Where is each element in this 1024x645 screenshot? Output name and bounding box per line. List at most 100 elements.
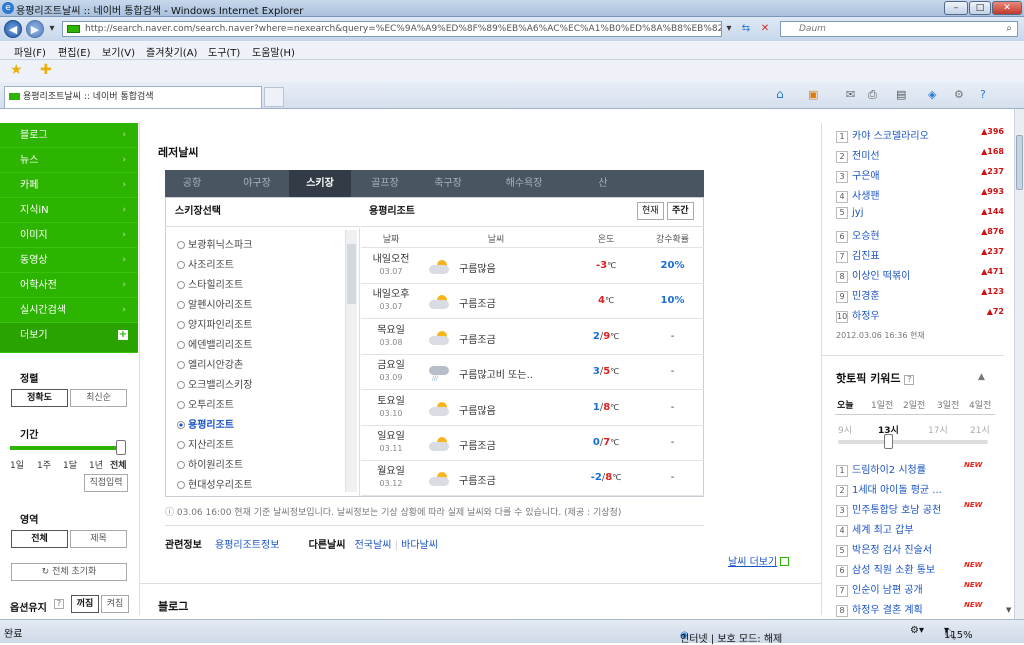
maximize-button[interactable]: □ xyxy=(969,1,991,15)
resort-option[interactable]: 오투리조트 xyxy=(177,396,234,411)
hot-topic-item[interactable]: 8 하정우 결혼 계획 NEW xyxy=(836,601,982,617)
hot-topic-item[interactable]: 1 드림하이2 시청률 NEW xyxy=(836,461,982,477)
ranking-item[interactable]: 5 jyj ▲144 xyxy=(836,207,1004,219)
help-icon[interactable]: ? xyxy=(980,88,986,101)
nav-item-blog[interactable]: 블로그 › xyxy=(0,123,138,148)
nav-item-realtime[interactable]: 실시간검색 › xyxy=(0,298,138,323)
scrollbar-thumb[interactable] xyxy=(347,244,356,304)
resort-option[interactable]: 엘리시안강촌 xyxy=(177,356,243,371)
nav-item-dictionary[interactable]: 어학사전 › xyxy=(0,273,138,298)
week-button[interactable]: 주간 xyxy=(667,202,694,220)
new-tab-button[interactable] xyxy=(264,87,284,107)
ranking-item[interactable]: 6 오승현 ▲876 xyxy=(836,227,1004,243)
resort-option[interactable]: 알펜시아리조트 xyxy=(177,296,252,311)
close-window-button[interactable]: ✕ xyxy=(992,1,1022,15)
period-slider-knob[interactable] xyxy=(116,440,126,455)
area-all-button[interactable]: 전체 xyxy=(11,530,68,548)
nav-item-more[interactable]: 더보기 + xyxy=(0,323,138,353)
hour-slider-track[interactable] xyxy=(838,440,988,444)
ranking-item[interactable]: 2 전미선 ▲168 xyxy=(836,147,1004,163)
related-link[interactable]: 용평리조트정보 xyxy=(215,540,279,551)
sort-accuracy-button[interactable]: 정확도 xyxy=(11,389,68,407)
refresh-icon[interactable]: ⇆ xyxy=(738,21,754,37)
tab-soccer[interactable]: 축구장 xyxy=(415,170,481,197)
day-tab[interactable]: 4일전 xyxy=(969,398,991,411)
ranking-item[interactable]: 10 하정우 ▲72 xyxy=(836,307,1004,323)
search-input[interactable]: Daum xyxy=(780,21,1018,37)
collapse-icon[interactable]: ▲ xyxy=(978,372,985,382)
area-title-button[interactable]: 제목 xyxy=(70,530,127,548)
menu-help[interactable]: 도움말(H) xyxy=(252,44,295,59)
back-button[interactable]: ◀ xyxy=(4,20,22,38)
national-weather-link[interactable]: 전국날씨 xyxy=(355,540,392,551)
day-tab[interactable]: 1일전 xyxy=(871,398,893,411)
hot-topic-item[interactable]: 4 세계 최고 갑부 xyxy=(836,521,914,537)
search-icon[interactable]: ⌕ xyxy=(1002,21,1016,37)
favorites-star-icon[interactable]: ★ xyxy=(10,62,23,78)
help-icon[interactable]: ? xyxy=(904,375,915,385)
tools-gear-icon[interactable]: ⚙ xyxy=(954,88,964,101)
home-icon[interactable]: ⌂ xyxy=(776,87,784,101)
ranking-item[interactable]: 9 민경훈 ▲123 xyxy=(836,287,1004,303)
now-button[interactable]: 현재 xyxy=(637,202,664,220)
tab-beach[interactable]: 해수욕장 xyxy=(481,170,567,197)
resort-option[interactable]: 스타힐리조트 xyxy=(177,276,243,291)
resort-option-selected[interactable]: 용평리조트 xyxy=(177,416,234,431)
tab-ski[interactable]: 스키장 xyxy=(289,170,351,197)
more-weather-link[interactable]: 날씨 더보기 xyxy=(728,553,790,568)
hot-topic-item[interactable]: 5 박은정 검사 진술서 xyxy=(836,541,932,557)
resort-option[interactable]: 보광휘닉스파크 xyxy=(177,236,252,251)
ranking-item[interactable]: 3 구은애 ▲237 xyxy=(836,167,1004,183)
minimize-button[interactable]: – xyxy=(944,1,968,15)
ranking-item[interactable]: 1 카야 스코델라리오 ▲396 xyxy=(836,127,1004,143)
nav-item-news[interactable]: 뉴스 › xyxy=(0,148,138,173)
option-on-button[interactable]: 켜짐 xyxy=(101,595,129,613)
safety-icon[interactable]: ◈ xyxy=(928,88,936,101)
resort-option[interactable]: 현대성우리조트 xyxy=(177,476,252,491)
tab-airport[interactable]: 공항 xyxy=(165,170,219,197)
address-bar[interactable]: http://search.naver.com/search.naver?whe… xyxy=(62,21,722,37)
forward-button[interactable]: ▶ xyxy=(26,20,44,38)
menu-edit[interactable]: 편집(E) xyxy=(58,44,91,59)
reset-all-button[interactable]: ↻ 전체 초기화 xyxy=(11,563,127,581)
page-scrollbar[interactable] xyxy=(1014,109,1024,619)
day-tab[interactable]: 2일전 xyxy=(903,398,925,411)
resort-option[interactable]: 에덴밸리리조트 xyxy=(177,336,252,351)
hour-tick[interactable]: 17시 xyxy=(928,423,948,436)
sort-recent-button[interactable]: 최신순 xyxy=(70,389,127,407)
resort-option[interactable]: 오크밸리스키장 xyxy=(177,376,252,391)
day-tab[interactable]: 3일전 xyxy=(937,398,959,411)
hour-tick[interactable]: 9시 xyxy=(838,423,852,436)
feeds-icon[interactable]: ▣ xyxy=(808,88,818,101)
resort-option[interactable]: 사조리조트 xyxy=(177,256,234,271)
tab-mountain[interactable]: 산 xyxy=(567,170,639,197)
tab-baseball[interactable]: 야구장 xyxy=(225,170,289,197)
menu-view[interactable]: 보기(V) xyxy=(102,44,135,59)
tab-golf[interactable]: 골프장 xyxy=(355,170,415,197)
address-dropdown-icon[interactable]: ▾ xyxy=(723,21,735,37)
resort-option[interactable]: 지산리조트 xyxy=(177,436,234,451)
nav-item-cafe[interactable]: 카페 › xyxy=(0,173,138,198)
resort-option[interactable]: 양지파인리조트 xyxy=(177,316,252,331)
ranking-item[interactable]: 7 김진표 ▲237 xyxy=(836,247,1004,263)
nav-item-video[interactable]: 동영상 › xyxy=(0,248,138,273)
hot-topic-item[interactable]: 6 삼성 직원 소환 통보 NEW xyxy=(836,561,982,577)
ranking-item[interactable]: 4 사생팬 ▲993 xyxy=(836,187,1004,203)
resort-option[interactable]: 하이원리조트 xyxy=(177,456,243,471)
nav-item-kin[interactable]: 지식iN › xyxy=(0,198,138,223)
hot-topic-item[interactable]: 3 민주통합당 호남 공천 NEW xyxy=(836,501,982,517)
hour-tick[interactable]: 21시 xyxy=(970,423,990,436)
ranking-item[interactable]: 8 이상인 떡볶이 ▲471 xyxy=(836,267,1004,283)
sea-weather-link[interactable]: 바다날씨 xyxy=(401,540,438,551)
stop-icon[interactable]: ✕ xyxy=(757,21,773,37)
help-icon[interactable]: ? xyxy=(54,599,64,609)
hot-topic-item[interactable]: 2 1세대 아이돌 평균 ... xyxy=(836,481,942,497)
option-off-button[interactable]: 꺼짐 xyxy=(71,595,99,613)
history-dropdown-icon[interactable]: ▾ xyxy=(46,21,58,37)
print-icon[interactable]: ⎙ xyxy=(868,88,877,102)
menu-file[interactable]: 파일(F) xyxy=(14,44,46,59)
page-menu-icon[interactable]: ▤ xyxy=(896,88,906,101)
period-slider-track[interactable] xyxy=(10,446,125,450)
direct-input-button[interactable]: 직접입력 xyxy=(84,474,128,492)
resort-list-scrollbar[interactable] xyxy=(345,230,357,492)
